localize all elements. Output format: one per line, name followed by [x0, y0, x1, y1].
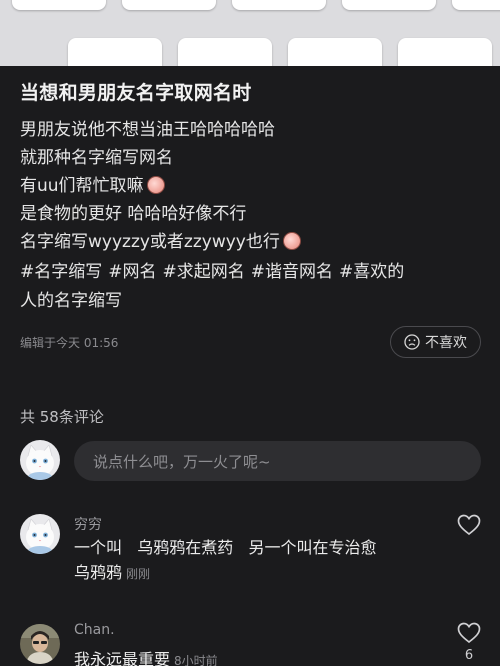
post-body: 男朋友说他不想当油王哈哈哈哈哈 就那种名字缩写网名 有uu们帮忙取嘛 是食物的更… — [20, 116, 485, 316]
post-line: 是食物的更好 哈哈哈好像不行 — [20, 204, 247, 224]
edit-time: 编辑于今天 01:56 — [20, 336, 119, 350]
person-avatar-image — [20, 624, 60, 664]
tag-link[interactable]: #网名 — [108, 262, 156, 282]
post-content: 当想和男朋友名字取网名时 男朋友说他不想当油王哈哈哈哈哈 就那种名字缩写网名 有… — [0, 66, 500, 666]
post-line: 就那种名字缩写网名 — [20, 148, 173, 168]
heart-outline-icon[interactable] — [457, 514, 481, 536]
image-key-5 — [452, 0, 500, 10]
sad-face-icon — [404, 334, 420, 350]
comment-time: 刚刚 — [126, 567, 151, 581]
comment-text: 我永远最重要 8小时前 — [74, 647, 444, 666]
tag-link[interactable]: #谐音网名 — [251, 262, 333, 282]
dislike-label: 不喜欢 — [425, 335, 467, 351]
comment-text-line: 一个叫 乌鸦鸦在煮药 另一个叫在专治愈 — [74, 538, 377, 557]
image-key-1 — [12, 0, 106, 10]
comment-text: 一个叫 乌鸦鸦在煮药 另一个叫在专治愈 乌鸦鸦 刚刚 — [74, 535, 444, 587]
tag-link[interactable]: #名字缩写 — [20, 262, 102, 282]
post-tags: #名字缩写 #网名 #求起网名 #谐音网名 #喜欢的人的名字缩写 — [20, 258, 485, 316]
post-title: 当想和男朋友名字取网名时 — [20, 82, 252, 104]
comment-count: 共 58条评论 — [20, 408, 104, 426]
post-line: 有uu们帮忙取嘛 — [20, 176, 144, 196]
like-count: 6 — [464, 648, 474, 663]
image-key-2 — [122, 0, 216, 10]
comment-username[interactable]: 穷穷 — [74, 514, 102, 534]
cat-avatar-image — [20, 514, 60, 554]
image-key-8 — [288, 38, 382, 66]
comment-text-line: 乌鸦鸦 — [74, 563, 123, 582]
blushing-face-emoji-icon — [282, 232, 301, 250]
comment-time: 8小时前 — [174, 654, 218, 666]
image-key-3 — [232, 0, 326, 10]
comment-item: 穷穷 一个叫 乌鸦鸦在煮药 另一个叫在专治愈 乌鸦鸦 刚刚 — [0, 512, 500, 592]
post-line: 男朋友说他不想当油王哈哈哈哈哈 — [20, 120, 275, 140]
dislike-button[interactable]: 不喜欢 — [390, 326, 481, 358]
tag-link[interactable]: #求起网名 — [163, 262, 245, 282]
comment-item: Chan. 我永远最重要 8小时前 6 — [0, 622, 500, 666]
post-line-with-emoji: 有uu们帮忙取嘛 — [20, 172, 485, 200]
tag-link[interactable]: 人的名字缩写 — [20, 291, 122, 311]
cat-avatar-image — [20, 440, 60, 480]
comment-text-line: 我永远最重要 — [74, 650, 171, 666]
comment-input[interactable]: 说点什么吧，万一火了呢~ — [74, 441, 481, 481]
avatar[interactable] — [20, 624, 60, 664]
blushing-face-emoji-icon — [146, 176, 165, 194]
avatar[interactable] — [20, 514, 60, 554]
heart-outline-icon[interactable] — [457, 622, 481, 644]
tag-link[interactable]: #喜欢的 — [339, 262, 404, 282]
comment-username[interactable]: Chan. — [74, 622, 115, 638]
post-line: 名字缩写wyyzzy或者zzywyy也行 — [20, 232, 280, 252]
image-key-4 — [342, 0, 436, 10]
avatar[interactable] — [20, 440, 60, 480]
image-key-7 — [178, 38, 272, 66]
post-line-with-emoji: 名字缩写wyyzzy或者zzywyy也行 — [20, 228, 485, 256]
post-image-top[interactable] — [0, 0, 500, 66]
image-key-9 — [398, 38, 492, 66]
image-key-6 — [68, 38, 162, 66]
